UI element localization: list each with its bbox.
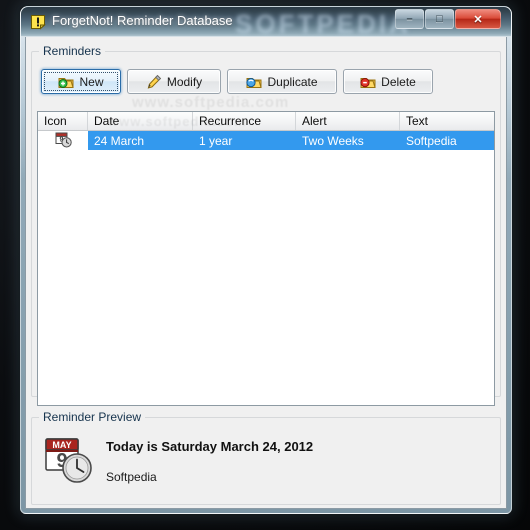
preview-title: Today is Saturday March 24, 2012 [106,439,314,454]
modify-button[interactable]: Modify [127,69,221,94]
row-text: Softpedia [406,133,457,148]
reminders-groupbox: Reminders www.softpedia.com New Modify D… [31,44,501,406]
delete-button-label: Delete [381,74,416,89]
delete-button[interactable]: Delete [343,69,433,94]
preview-group-label: Reminder Preview [39,410,146,424]
row-date: 24 March [94,133,145,148]
preview-text: Softpedia [106,470,157,484]
column-header-recurrence[interactable]: Recurrence [193,112,296,130]
reminder-preview-groupbox: Reminder Preview MAY 9 Today is Saturday… [31,410,501,505]
column-header-alert[interactable]: Alert [296,112,400,130]
maximize-icon: □ [436,13,443,25]
calendar-clock-icon: 9 [55,131,72,151]
preview-body: MAY 9 Today is Saturday March 24, 2012 S… [42,432,492,498]
modify-button-label: Modify [166,74,203,89]
new-button-label: New [79,74,104,89]
listview-rows: www.softpedia.com 9 [38,114,494,151]
close-icon: ✕ [473,13,483,26]
window-title: ForgetNot! Reminder Database [52,13,233,28]
minimize-button[interactable]: – [395,9,424,29]
duplicate-icon [246,74,263,90]
close-button[interactable]: ✕ [455,9,501,29]
reminders-listview[interactable]: Icon Date Recurrence Alert Text www.soft… [37,111,495,406]
client-area: Reminders www.softpedia.com New Modify D… [25,37,507,509]
pencil-icon [146,74,162,90]
watermark-small-top: www.softpedia.com [132,94,290,111]
svg-text:MAY: MAY [52,440,71,450]
listview-header: Icon Date Recurrence Alert Text [38,112,494,131]
exclamation-note-icon [30,14,46,30]
new-button[interactable]: New [41,69,121,94]
window-glass-frame: SOFTPEDIA ForgetNot! Reminder Database –… [20,6,512,514]
watermark-softpedia: SOFTPEDIA [235,9,411,37]
maximize-button[interactable]: □ [425,9,454,29]
delete-icon [360,74,376,90]
column-header-icon[interactable]: Icon [38,112,88,130]
title-bar[interactable]: SOFTPEDIA ForgetNot! Reminder Database –… [21,7,511,37]
calendar-clock-large-icon: MAY 9 [44,436,96,484]
reminders-group-label: Reminders [39,44,106,58]
duplicate-button[interactable]: Duplicate [227,69,337,94]
column-header-date[interactable]: Date [88,112,193,130]
new-reminder-icon [58,74,75,90]
row-icon-cell: 9 [38,130,88,151]
column-header-text[interactable]: Text [400,112,494,130]
minimize-icon: – [406,13,413,25]
row-recurrence: 1 year [199,133,233,148]
row-alert: Two Weeks [302,133,364,148]
desktop-background: SOFTPEDIA ForgetNot! Reminder Database –… [0,0,530,530]
application-window: SOFTPEDIA ForgetNot! Reminder Database –… [20,6,512,514]
duplicate-button-label: Duplicate [267,74,318,89]
table-row[interactable]: 9 24 March 1 year Two Weeks Softpedia [38,130,494,151]
